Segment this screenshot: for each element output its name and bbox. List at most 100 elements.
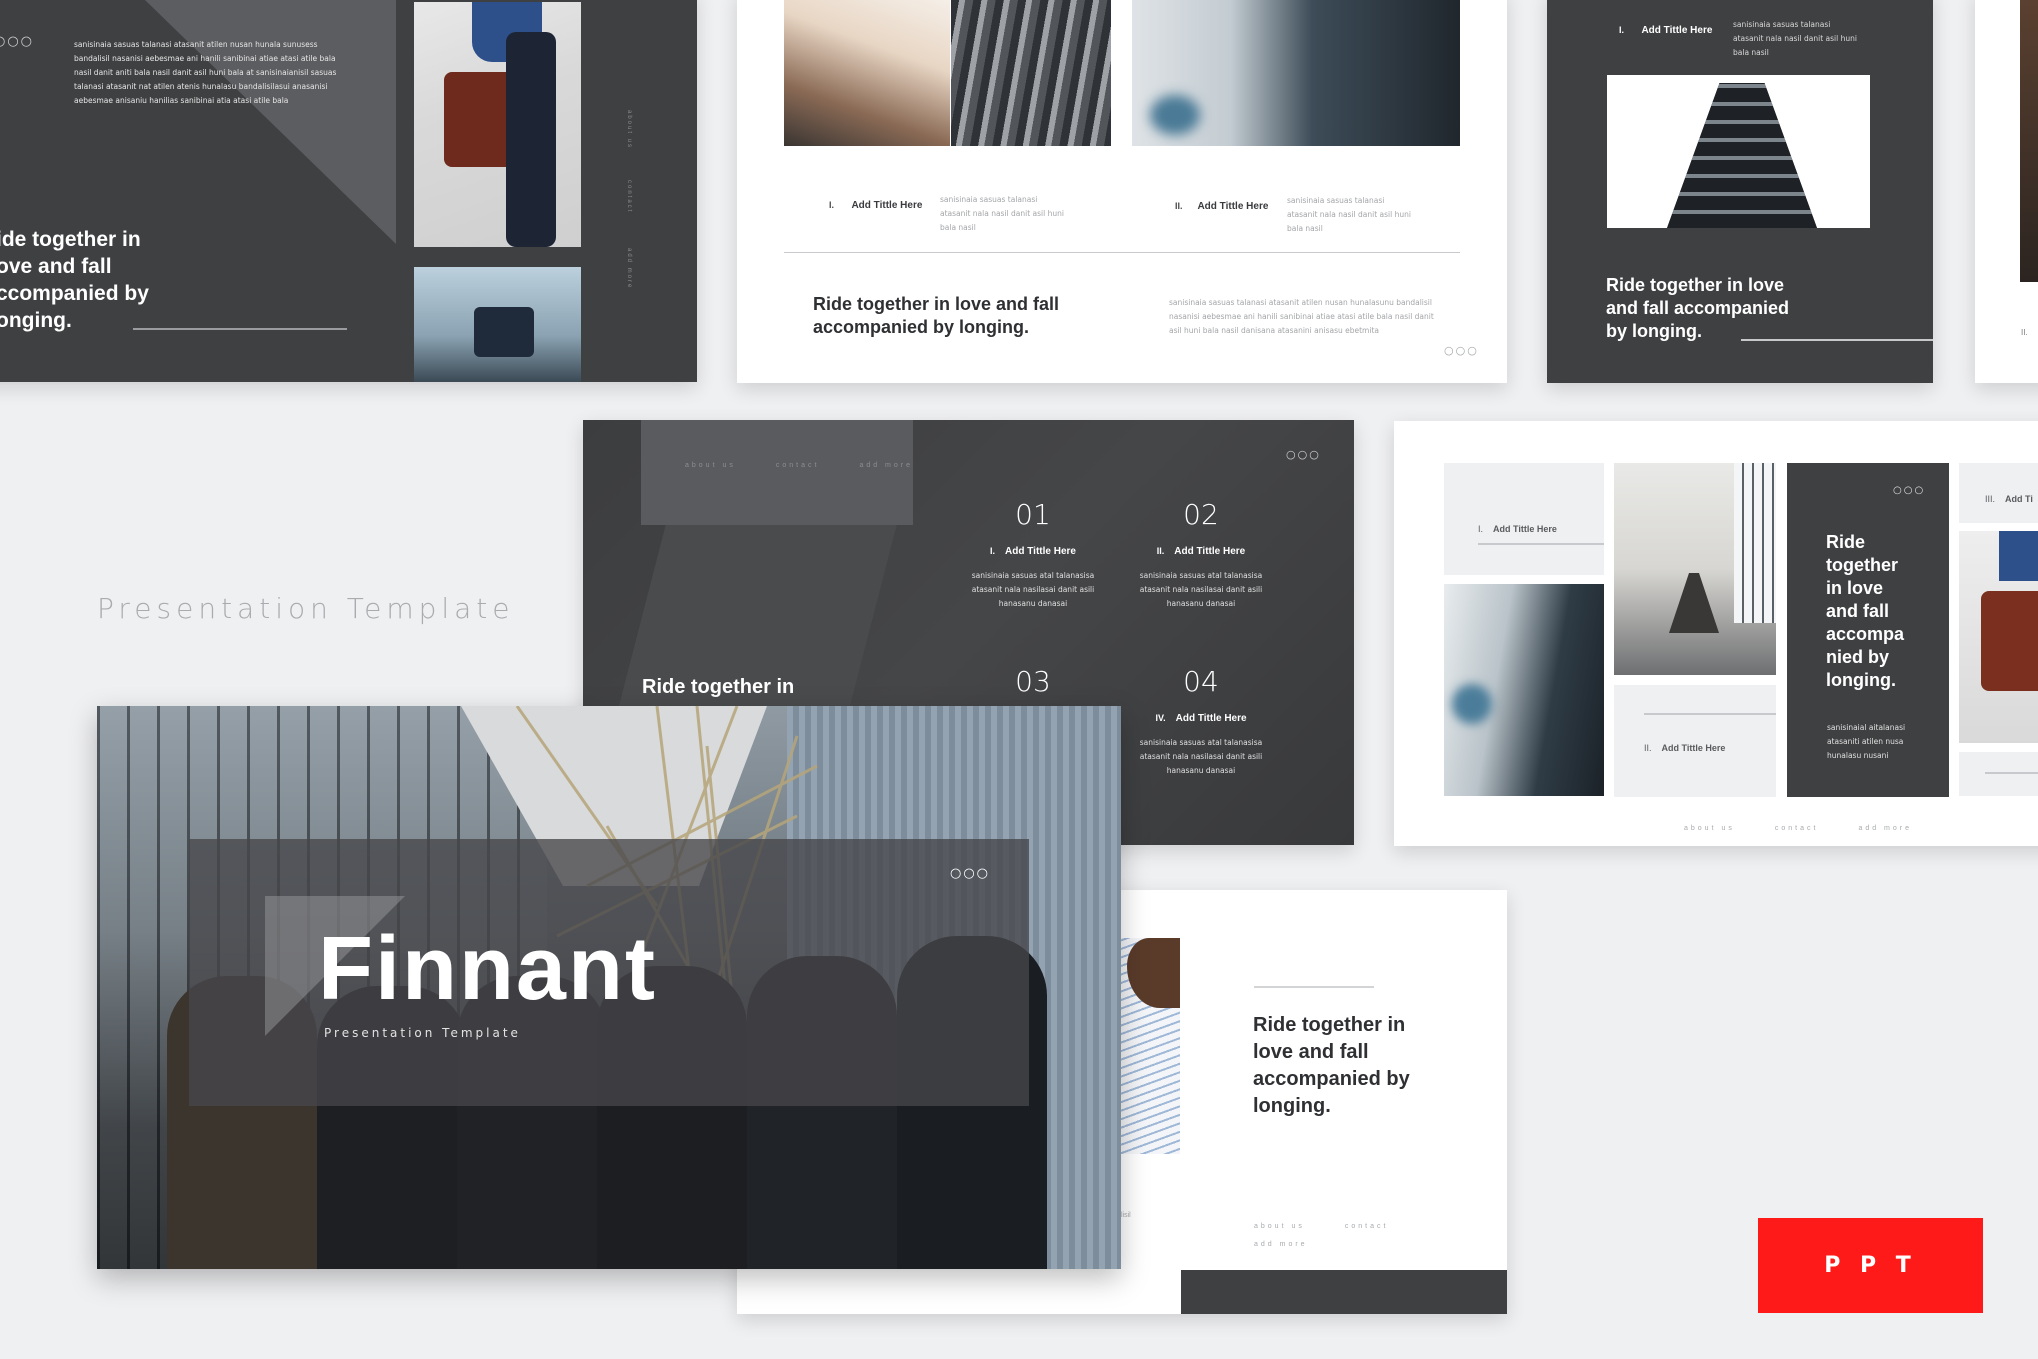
headline-line: longing. <box>1253 1095 1331 1117</box>
headline-line: accompanied by <box>1253 1068 1410 1090</box>
nav-contact[interactable]: contact <box>1345 1223 1389 1230</box>
headline-line: in love <box>1826 578 1884 598</box>
slide-top-left[interactable]: ○○○ sanisinaia sasuas talanasi atasanit … <box>0 0 697 382</box>
nav-add-more[interactable]: add more <box>1858 825 1912 832</box>
nav-about-us[interactable]: about us <box>685 462 736 469</box>
item-number: I. <box>990 546 996 556</box>
divider-line <box>1985 772 2038 774</box>
nav-contact[interactable]: contact <box>626 180 632 213</box>
divider-line <box>1741 339 1933 341</box>
headline-line: and fall accompanied <box>1606 298 1790 318</box>
item-1: I. Add Tittle Here <box>1619 20 1712 38</box>
edge-text: lisil <box>1121 1212 1131 1219</box>
dots-icon: ○○○ <box>1893 485 1926 496</box>
item-title: Add Tittle Here <box>1661 743 1726 753</box>
grid-dark-panel: ○○○ Ride together in love and fall accom… <box>1787 463 1949 797</box>
photo-briefcase <box>1959 531 2038 743</box>
item-title: Add Tittle Here <box>851 200 923 211</box>
presentation-template-label: Presentation Template <box>97 592 515 625</box>
item-1-text: sanisinaia sasuas talanasi atasanit nala… <box>940 195 1064 232</box>
dots-icon: ○○○ <box>0 34 35 49</box>
photo-meeting-window <box>414 267 581 382</box>
edge-number: II. <box>2021 328 2028 337</box>
item-title: Add Ti <box>2005 494 2033 504</box>
photo-glass-tower <box>1132 0 1460 146</box>
slide-headline: Ride together in love and fall accompani… <box>1253 1012 1410 1120</box>
headline-line: and fall <box>1826 601 1890 621</box>
slide-headline: ide together in ove and fall ccompanied … <box>0 226 149 334</box>
item-big-number: 01 <box>1015 498 1051 531</box>
slide-far-right-sliver[interactable]: II. <box>1975 0 2038 383</box>
headline-line: onging. <box>0 309 72 332</box>
headline-line: nied by <box>1826 647 1890 667</box>
slide-headline: Ride together in love and fall accompani… <box>1606 274 1789 343</box>
slide-top-right[interactable]: I. Add Tittle Here sanisinaia sasuas tal… <box>1547 0 1933 383</box>
item-big-number: 02 <box>1183 498 1219 531</box>
nav-contact[interactable]: contact <box>776 462 820 469</box>
divider-line <box>1644 713 1776 715</box>
cover-subtitle: Presentation Template <box>324 1026 521 1040</box>
grid-cell-item-2: II. Add Tittle Here <box>1614 685 1776 797</box>
headline-line: Ride <box>1826 532 1866 552</box>
divider-line <box>133 328 347 330</box>
headline-line: Ride together in love <box>1606 275 1785 295</box>
slide-headline-partial: Ride together in <box>642 676 795 698</box>
headline-line: ide together in <box>0 228 141 251</box>
item-2-text: sanisinaia sasuas talanasi atasanit nala… <box>1287 196 1411 233</box>
item-2: II. Add Tittle Here <box>1175 196 1268 214</box>
slide-top-center[interactable]: I. Add Tittle Here sanisinaia sasuas tal… <box>737 0 1507 383</box>
headline-line: ove and fall <box>0 255 112 278</box>
grid-cell-item-1: I. Add Tittle Here <box>1444 463 1604 575</box>
item-heading: II. Add Tittle Here <box>1131 541 1271 559</box>
nav-add-more[interactable]: add more <box>1254 1241 1308 1248</box>
item-number: I. <box>1619 25 1625 35</box>
slide-paragraph: sanisinaial aitalanasi atasaniti atilen … <box>1827 723 1906 760</box>
item-number: II. <box>1175 201 1183 211</box>
diagonal-panel <box>145 0 396 244</box>
slide-headline: Ride together in love and fall accompa n… <box>1826 531 1904 692</box>
divider-line <box>1254 986 1374 988</box>
item-big-number: 04 <box>1183 665 1219 698</box>
item-title: Add Tittle Here <box>1174 546 1246 557</box>
headline-line: love and fall <box>1253 1041 1369 1063</box>
ppt-badge-label: P P T <box>1824 1253 1917 1278</box>
photo-edge <box>2020 0 2038 282</box>
number-item-1: 01 I. Add Tittle Here sanisinaia sasuas a… <box>963 498 1103 611</box>
photo-briefcase-man <box>414 2 581 247</box>
headline-line: Ride together in love and fall <box>813 294 1060 314</box>
item-number: II. <box>1644 743 1652 753</box>
slide-headline: Ride together in love and fall accompani… <box>813 293 1059 339</box>
grid-cell-item-3: III. Add Ti <box>1959 463 2038 523</box>
item-text: sanisinaia sasuas atal talanasisa atasan… <box>1139 738 1263 775</box>
item-number: I. <box>829 200 835 210</box>
slide-cover[interactable]: ○○○ Finnant Presentation Template <box>97 706 1121 1269</box>
number-item-2: 02 II. Add Tittle Here sanisinaia sasuas … <box>1131 498 1271 611</box>
item-title: Add Tittle Here <box>1493 524 1557 534</box>
nav-add-more[interactable]: add more <box>626 248 632 289</box>
slide-nav: about us contact add more <box>685 454 953 472</box>
slide-paragraph: sanisinaia sasuas talanasi atasanit atil… <box>1169 298 1434 335</box>
headline-line: accompa <box>1826 624 1905 644</box>
item-number: I. <box>1478 524 1484 534</box>
slide-paragraph: sanisinaia sasuas talanasi atasanit atil… <box>74 40 337 105</box>
photo-building-warm <box>784 0 950 146</box>
nav-contact[interactable]: contact <box>1775 825 1819 832</box>
dots-icon: ○○○ <box>1444 344 1479 357</box>
slide-nav: about us contact add more <box>1684 817 1952 835</box>
nav-add-more[interactable]: add more <box>859 462 913 469</box>
item-big-number: 03 <box>1015 665 1051 698</box>
headline-line: accompanied by longing. <box>813 317 1030 337</box>
dots-icon: ○○○ <box>1286 448 1321 461</box>
photo-building-reflection <box>951 0 1111 146</box>
item-text: sanisinaia sasuas atal talanasisa atasan… <box>1139 571 1263 608</box>
divider-line <box>1478 543 1604 545</box>
nav-about-us[interactable]: about us <box>1684 825 1735 832</box>
nav-about-us[interactable]: about us <box>626 110 632 149</box>
dots-icon: ○○○ <box>950 866 991 881</box>
item-title: Add Tittle Here <box>1641 25 1713 36</box>
photo-skyscraper <box>1607 75 1870 228</box>
headline-line: Ride together in <box>1253 1014 1406 1036</box>
nav-about-us[interactable]: about us <box>1254 1223 1305 1230</box>
headline-line: ccompanied by <box>0 282 149 305</box>
slide-grid[interactable]: I. Add Tittle Here II. Add Tittle Here ○○○… <box>1394 421 2038 846</box>
